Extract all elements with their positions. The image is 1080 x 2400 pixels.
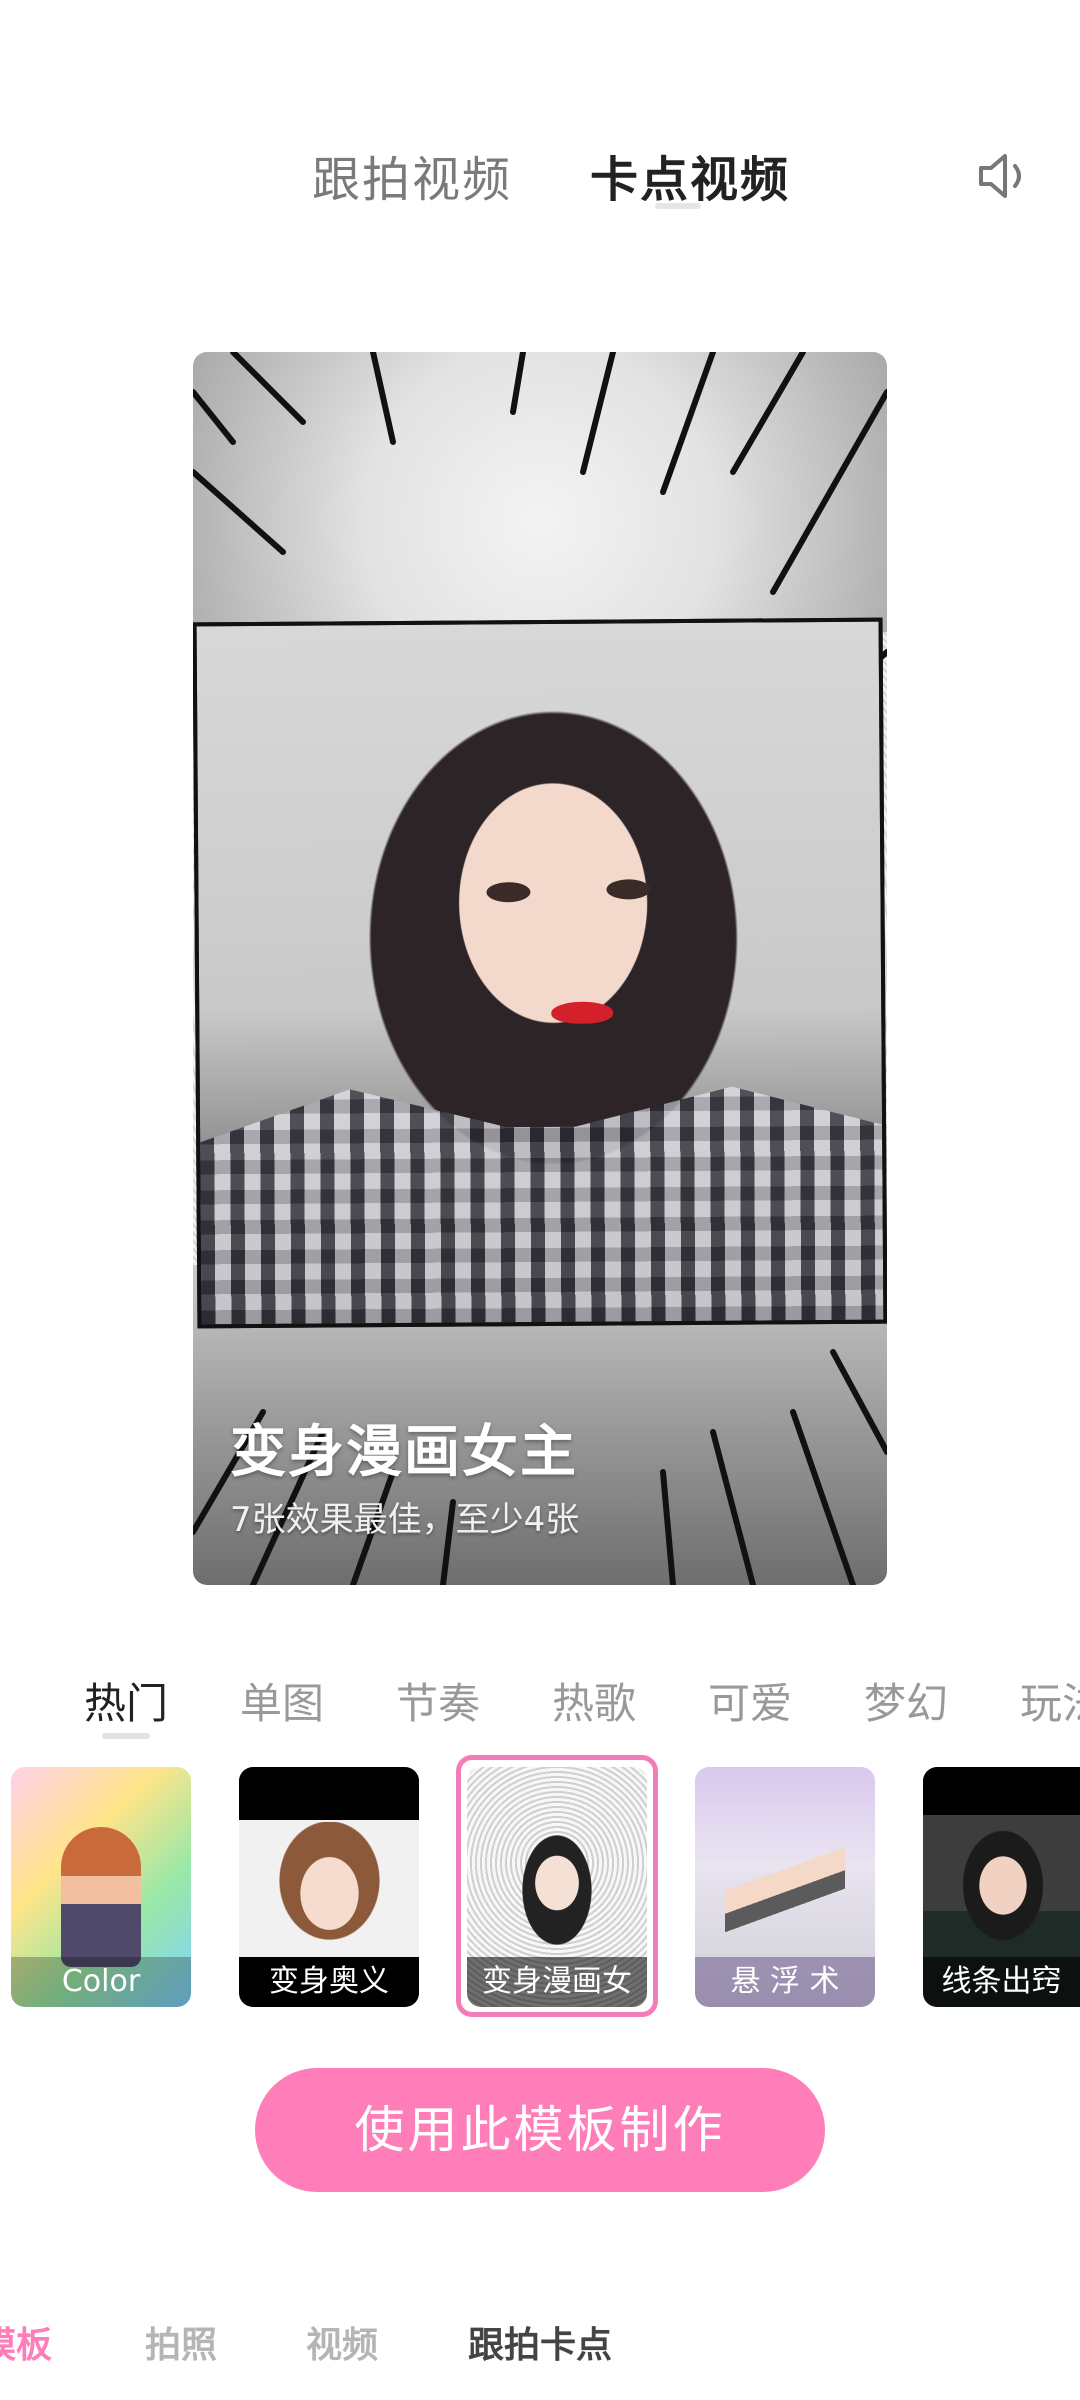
category-hot-songs[interactable]: 热歌 [552, 1670, 636, 1731]
category-dreamy[interactable]: 梦幻 [864, 1670, 948, 1731]
nav-follow-beat[interactable]: 跟拍卡点 [468, 2316, 612, 2368]
category-single[interactable]: 单图 [240, 1670, 324, 1731]
thumbnail-label: 悬 浮 术 [695, 1957, 875, 2007]
category-cute[interactable]: 可爱 [708, 1670, 792, 1731]
thumbnail-levitation[interactable]: 悬 浮 术 [695, 1767, 875, 2007]
category-hot[interactable]: 热门 [84, 1670, 168, 1731]
thumbnail-label: 线条出窍 [923, 1957, 1080, 2007]
thumbnail-color[interactable]: Color [11, 1767, 191, 2007]
thumbnail-label: 变身奥义 [239, 1957, 419, 2007]
template-subtitle: 7张效果最佳，至少4张 [230, 1500, 580, 1540]
thumbnail-transform-secret[interactable]: 变身奥义 [239, 1767, 419, 2007]
category-gameplay[interactable]: 玩法 [1020, 1670, 1080, 1731]
template-preview-card[interactable]: 变身漫画女主 7张效果最佳，至少4张 [193, 352, 887, 1585]
tab-follow-video[interactable]: 跟拍视频 [312, 140, 512, 210]
use-template-button[interactable]: 使用此模板制作 [255, 2068, 825, 2192]
nav-video[interactable]: 视频 [306, 2316, 378, 2368]
thumbnail-label: Color [11, 1957, 191, 2007]
nav-template[interactable]: 模板 [0, 2316, 52, 2368]
tab-beat-video[interactable]: 卡点视频 [590, 140, 790, 210]
active-tab-indicator [655, 203, 701, 209]
nav-photo[interactable]: 拍照 [145, 2316, 217, 2368]
category-rhythm[interactable]: 节奏 [396, 1670, 480, 1731]
category-indicator [102, 1733, 150, 1739]
speaker-icon[interactable] [975, 148, 1035, 204]
thumbnail-line-out[interactable]: 线条出窍 [923, 1767, 1080, 2007]
template-title: 变身漫画女主 [230, 1420, 578, 1485]
selected-thumbnail-ring [456, 1755, 658, 2017]
template-photo [193, 617, 887, 1329]
